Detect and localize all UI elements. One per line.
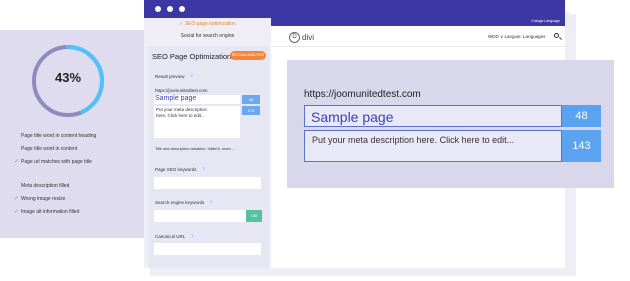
- check-item: ✓ Page url matches with page title: [14, 158, 92, 166]
- search-engine-keywords-input[interactable]: [154, 210, 246, 222]
- result-preview-label: Result preview ?: [155, 73, 195, 79]
- check-item-label: Page title word in content heading: [21, 133, 97, 139]
- preview-description-count: 143: [562, 130, 601, 162]
- seo-optimization-card: SEO Page Optimization RELOAD ANALYSIS Re…: [148, 46, 269, 268]
- reload-analysis-button[interactable]: RELOAD ANALYSIS: [230, 51, 266, 60]
- mini-description-text: Put your meta description here, Click he…: [156, 107, 208, 118]
- preview-description-field[interactable]: Put your meta description here. Click he…: [304, 130, 562, 162]
- mini-description-count: 174: [242, 106, 260, 115]
- check-item-label: Meta description filled: [21, 183, 70, 189]
- check-item-label: Page title word in content: [21, 146, 78, 152]
- preview-title-field[interactable]: Sample page: [304, 105, 562, 127]
- header-divider: [271, 46, 565, 47]
- preview-title-count: 48: [562, 105, 601, 127]
- search-icon[interactable]: [554, 33, 559, 38]
- window-dot-icon[interactable]: [155, 6, 161, 12]
- help-icon[interactable]: ?: [200, 166, 207, 172]
- mini-title-count: 48: [242, 95, 260, 104]
- divi-logo-icon: D: [289, 32, 300, 43]
- check-icon: ✓: [14, 159, 20, 165]
- seo-score-card: 43% Page title word in content heading P…: [0, 30, 146, 238]
- check-item: Meta description filled: [14, 183, 69, 189]
- score-percent: 43%: [54, 70, 82, 85]
- window-titlebar: [144, 0, 565, 18]
- page-seo-keywords-input[interactable]: [154, 177, 261, 189]
- check-icon: ✓: [14, 209, 20, 215]
- canonical-url-label: Canonical URL ?: [155, 233, 196, 239]
- check-item: Page title word in content heading: [14, 133, 96, 139]
- search-result-preview-zoom: https://joomunitedtest.com Sample page 4…: [287, 60, 614, 188]
- tab-social-search-engine[interactable]: Social for search engine: [144, 30, 271, 42]
- canonical-url-text: Canonical URL: [155, 233, 186, 239]
- language-bar: Change Language: [271, 18, 565, 26]
- mini-preview-url: https://joomunitedtest.com: [155, 88, 208, 93]
- variables-note: Title and description variables: %title%…: [155, 147, 234, 151]
- search-engine-keywords-label: Search engine keywords ?: [155, 199, 215, 205]
- site-nav[interactable]: WDD ∨ Languie: Languages: [488, 34, 545, 40]
- seo-sidebar: ✓ SEO page optimization Social for searc…: [144, 18, 271, 268]
- help-icon[interactable]: ?: [189, 233, 196, 239]
- seo-card-title: SEO Page Optimization: [152, 52, 232, 61]
- canonical-url-input[interactable]: [154, 243, 261, 255]
- check-icon: ✓: [14, 196, 20, 202]
- page-seo-keywords-label: Page SEO keywords ?: [155, 166, 207, 172]
- preview-title-text: Sample page: [311, 109, 394, 125]
- window-dot-icon[interactable]: [167, 6, 173, 12]
- site-logo[interactable]: D divi: [289, 32, 314, 43]
- mini-title-text: Sample page: [155, 95, 197, 102]
- check-item-label: Page url matches with page title: [21, 158, 92, 165]
- window-dot-icon[interactable]: [179, 6, 185, 12]
- site-logo-text: divi: [302, 33, 315, 42]
- preview-url: https://joomunitedtest.com: [304, 89, 421, 100]
- page-seo-keywords-text: Page SEO keywords: [155, 166, 197, 172]
- result-preview-text: Result preview: [155, 73, 185, 79]
- check-item-label: Wrong image resize: [21, 195, 66, 202]
- check-item: ✓ Image alt information filled: [14, 208, 80, 216]
- change-language-link[interactable]: Change Language: [531, 19, 560, 23]
- tab-seo-page-optimization[interactable]: ✓ SEO page optimization: [144, 18, 271, 30]
- check-item-label: Image alt information filled: [21, 208, 80, 215]
- search-engine-keywords-text: Search engine keywords: [155, 199, 205, 205]
- check-item: Page title word in content: [14, 146, 77, 152]
- check-item: ✓ Wrong image resize: [14, 195, 66, 203]
- help-icon[interactable]: ?: [208, 199, 215, 205]
- preview-description-text: Put your meta description here. Click he…: [312, 135, 515, 145]
- help-icon[interactable]: ?: [188, 73, 195, 79]
- search-engine-keywords-count: 186: [246, 210, 262, 222]
